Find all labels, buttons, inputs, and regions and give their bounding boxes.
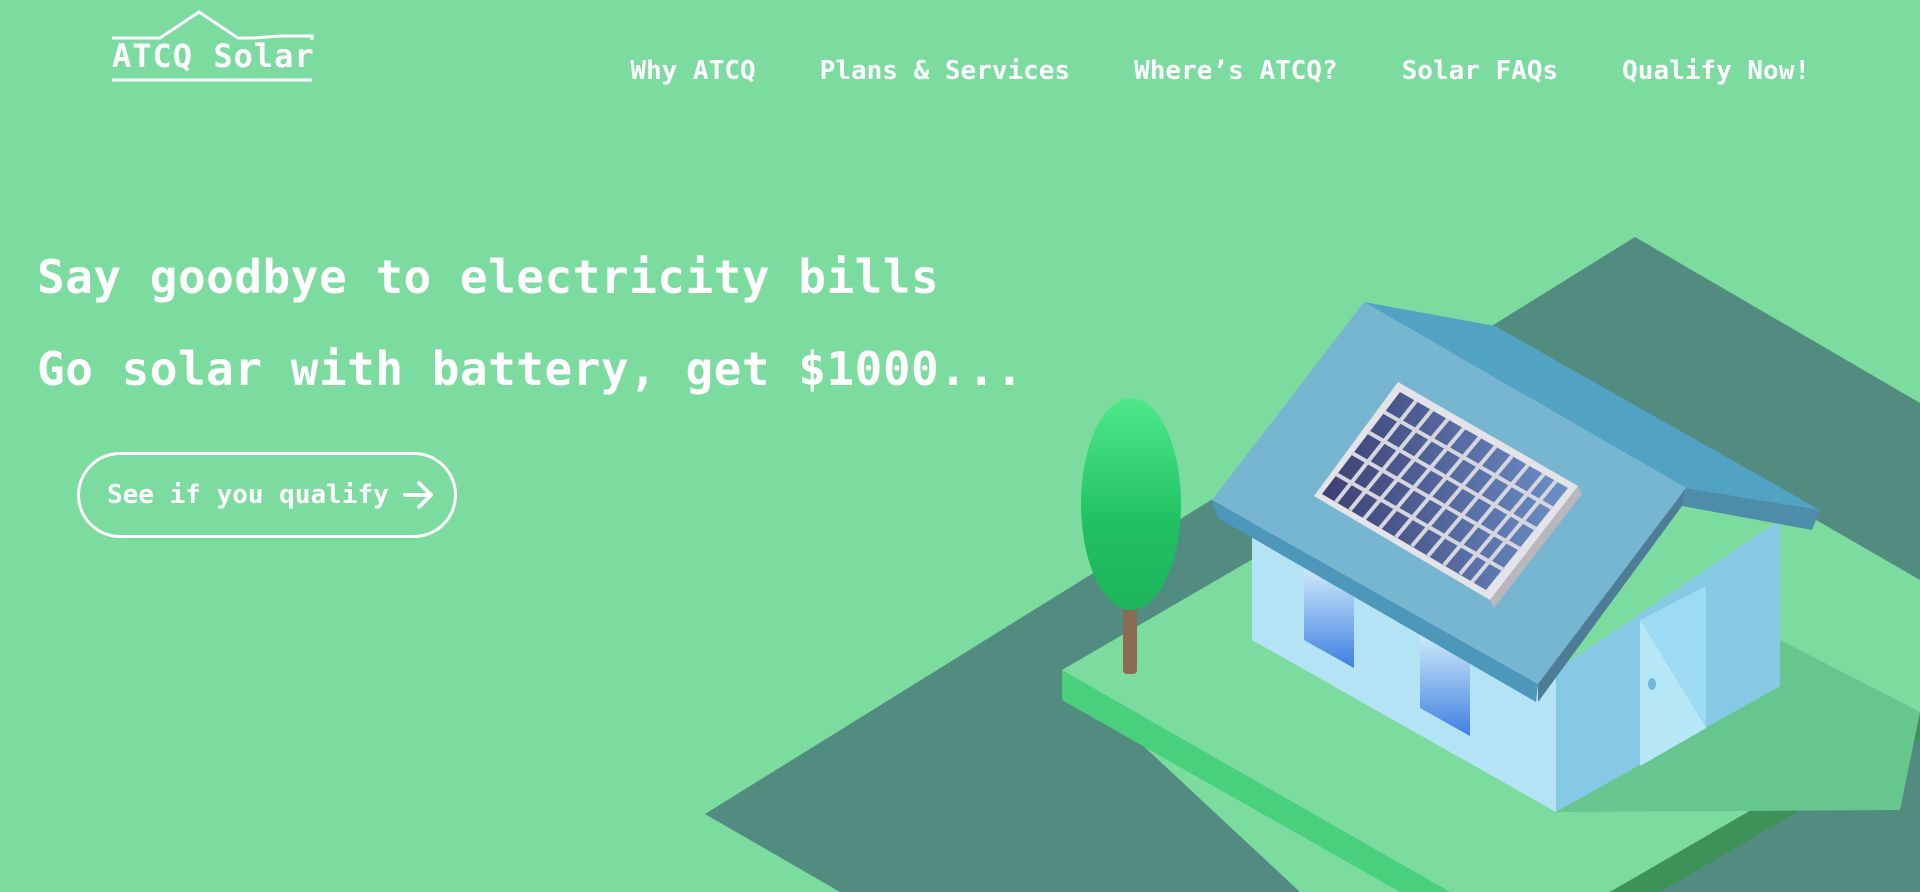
nav-item-qualify-now[interactable]: Qualify Now! xyxy=(1622,56,1810,86)
tree-canopy xyxy=(1081,398,1181,610)
nav-item-wheres-atcq[interactable]: Where’s ATCQ? xyxy=(1134,56,1338,86)
arrow-right-icon xyxy=(402,481,433,509)
tree-trunk xyxy=(1123,600,1137,674)
landing-page: ATCQ Solar Why ATCQ Plans & Services Whe… xyxy=(0,0,1920,892)
nav-item-why-atcq[interactable]: Why ATCQ xyxy=(630,56,755,86)
nav-item-solar-faqs[interactable]: Solar FAQs xyxy=(1402,56,1559,86)
door-knob xyxy=(1648,678,1656,690)
hero-headline: Say goodbye to electricity bills xyxy=(37,250,940,304)
solar-house-illustration xyxy=(705,237,1920,892)
brand-name: ATCQ Solar xyxy=(112,37,315,75)
nav-item-plans-services[interactable]: Plans & Services xyxy=(820,56,1070,86)
qualify-cta-button[interactable]: See if you qualify xyxy=(77,452,457,538)
main-nav: Why ATCQ Plans & Services Where’s ATCQ? … xyxy=(630,56,1810,86)
cta-label: See if you qualify xyxy=(107,480,389,510)
brand-logo[interactable]: ATCQ Solar xyxy=(110,8,315,84)
hero-subheadline: Go solar with battery, get $1000... xyxy=(37,342,1024,396)
